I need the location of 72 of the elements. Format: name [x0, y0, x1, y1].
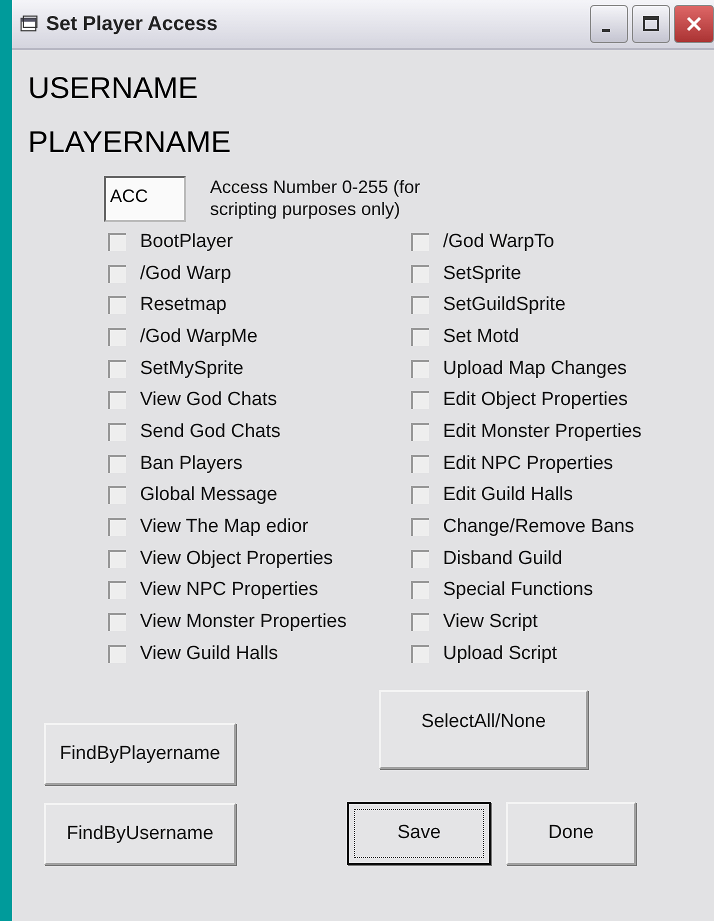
find-by-username-button[interactable]: FindByUsername [44, 802, 236, 865]
checkbox[interactable] [108, 391, 126, 410]
checkbox-label: Edit Object Properties [443, 389, 628, 412]
checkbox[interactable] [108, 518, 126, 536]
checkbox[interactable] [411, 454, 429, 473]
checkbox-label: Send God Chats [140, 420, 280, 443]
checkbox-label: View God Chats [140, 389, 277, 412]
checkbox-label: /God WarpTo [443, 230, 554, 253]
checkbox[interactable] [108, 581, 126, 600]
checkbox-label: Set Motd [443, 326, 520, 348]
checkbox[interactable] [411, 328, 429, 346]
checkbox[interactable] [411, 581, 429, 600]
checkbox-label: Global Message [140, 484, 278, 506]
checkbox-label: SetMySprite [140, 358, 244, 380]
checkbox[interactable] [411, 296, 429, 314]
checkbox-label: Disband Guild [443, 548, 562, 570]
checkbox-label: Upload Script [443, 642, 558, 665]
checkbox[interactable] [108, 264, 126, 283]
maximize-button[interactable] [632, 5, 670, 43]
checkbox-label: SetSprite [443, 262, 522, 285]
checkbox[interactable] [108, 486, 126, 504]
minimize-icon [602, 28, 610, 32]
username-label: USERNAME [28, 72, 200, 106]
checkbox-label: View NPC Properties [140, 579, 318, 602]
checkbox[interactable] [108, 296, 126, 314]
checkbox[interactable] [108, 422, 126, 441]
window-icon [20, 15, 38, 33]
checkbox-label: Resetmap [140, 294, 227, 316]
checkbox-label: Ban Players [140, 452, 242, 475]
checkbox[interactable] [108, 644, 126, 663]
checkbox[interactable] [108, 360, 126, 378]
done-button[interactable]: Done [506, 802, 636, 865]
checkbox-label: BootPlayer [140, 230, 233, 253]
checkbox-label: Edit Guild Halls [443, 484, 573, 506]
maximize-icon [641, 14, 661, 34]
checkbox-label: Edit Monster Properties [443, 420, 642, 443]
checkbox-label: /God Warp [140, 262, 232, 285]
checkbox[interactable] [108, 328, 126, 346]
checkbox[interactable] [411, 391, 429, 410]
checkbox[interactable] [411, 644, 429, 663]
checkbox-label: View The Map edior [140, 516, 308, 538]
checkbox[interactable] [108, 232, 126, 251]
checkbox[interactable] [411, 613, 429, 632]
close-icon [684, 14, 704, 34]
checkbox-label: /God WarpMe [140, 326, 258, 348]
checkbox[interactable] [411, 550, 429, 568]
checkbox-label: Change/Remove Bans [443, 516, 634, 538]
checkbox[interactable] [411, 486, 429, 504]
checkbox[interactable] [108, 613, 126, 632]
checkbox[interactable] [108, 454, 126, 473]
checkbox[interactable] [411, 360, 429, 378]
checkbox[interactable] [411, 422, 429, 441]
find-by-playername-button[interactable]: FindByPlayername [44, 722, 236, 785]
checkbox[interactable] [411, 232, 429, 251]
select-all-none-button[interactable]: SelectAll/None [379, 690, 588, 769]
checkbox[interactable] [411, 264, 429, 283]
checkbox-label: View Script [443, 611, 538, 634]
window-title: Set Player Access [46, 12, 219, 36]
access-number-label: Access Number 0-255 (for scripting purposes only) [210, 176, 422, 220]
save-button[interactable]: Save [347, 802, 491, 865]
checkbox[interactable] [411, 518, 429, 536]
playername-label: PLAYERNAME [28, 126, 232, 160]
checkbox-label: Upload Map Changes [443, 358, 627, 380]
close-button[interactable] [674, 5, 714, 43]
checkbox-label: View Guild Halls [140, 642, 278, 665]
checkbox-label: View Monster Properties [140, 611, 347, 634]
checkbox-label: SetGuildSprite [443, 294, 566, 316]
checkbox[interactable] [108, 550, 126, 568]
checkbox-label: Special Functions [443, 579, 593, 602]
access-number-field[interactable]: ACC [104, 176, 186, 222]
checkbox-label: View Object Properties [140, 548, 333, 570]
checkbox-label: Edit NPC Properties [443, 452, 614, 475]
